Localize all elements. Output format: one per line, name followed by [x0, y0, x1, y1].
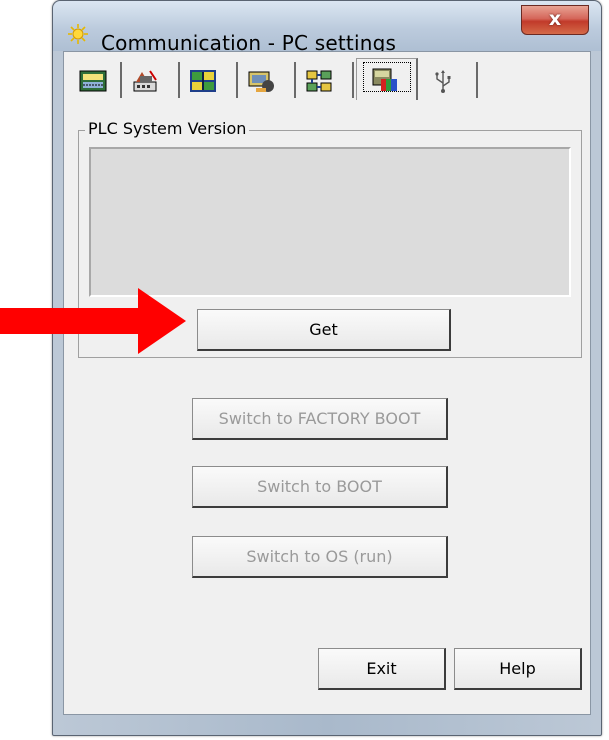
tab-network[interactable] [124, 62, 180, 98]
network-nodes-icon [306, 70, 332, 92]
usb-icon [435, 70, 451, 93]
close-button[interactable]: x [521, 5, 589, 35]
get-button[interactable]: Get [197, 309, 451, 351]
tab-usb[interactable] [422, 62, 478, 98]
tab-connection[interactable] [240, 62, 296, 98]
switch-boot-button[interactable]: Switch to BOOT [192, 466, 448, 508]
sun-app-icon [68, 24, 88, 44]
switch-os-run-button[interactable]: Switch to OS (run) [192, 536, 448, 578]
group-legend: PLC System Version [85, 119, 250, 138]
title-bar[interactable]: Communication - PC settings x [53, 1, 601, 55]
plc-modules-icon [190, 70, 216, 92]
exit-button[interactable]: Exit [318, 648, 446, 690]
help-button[interactable]: Help [454, 648, 582, 690]
dialog-client-area: PLC System Version Get Switch to FACTORY… [63, 51, 591, 715]
version-display [89, 147, 571, 297]
connection-icon [248, 71, 274, 92]
tab-system[interactable] [356, 58, 418, 100]
close-icon: x [548, 8, 562, 30]
tab-nodes[interactable] [298, 62, 354, 98]
network-device-icon [133, 70, 157, 92]
red-arrow-annotation [0, 288, 186, 354]
tab-modules[interactable] [182, 62, 238, 98]
communication-settings-window: Communication - PC settings x PLC System… [52, 0, 602, 736]
switch-factory-boot-button[interactable]: Switch to FACTORY BOOT [192, 398, 448, 440]
tab-display[interactable] [72, 62, 122, 98]
display-panel-icon [79, 70, 107, 92]
system-version-icon [372, 68, 397, 91]
